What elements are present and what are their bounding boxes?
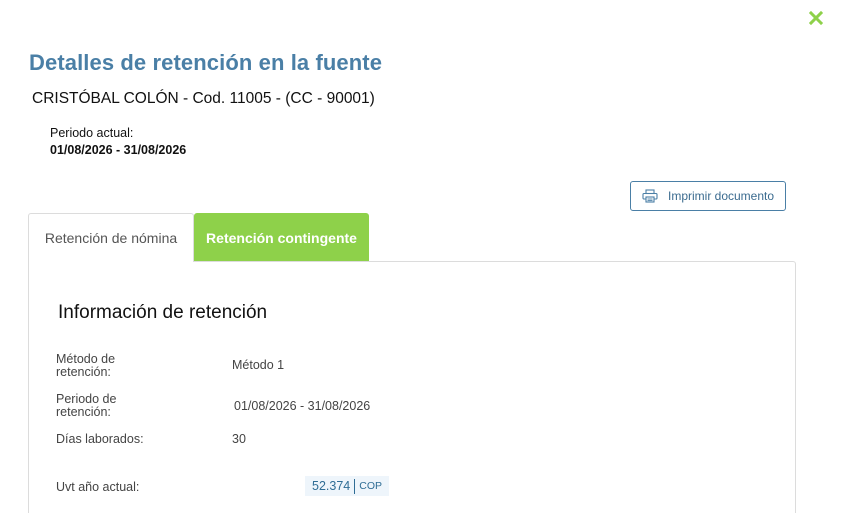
current-period-value: 01/08/2026 - 31/08/2026 [50, 143, 187, 157]
dialog-title: Detalles de retención en la fuente [29, 50, 383, 75]
employee-info: CRISTÓBAL COLÓN - Cod. 11005 - (CC - 900… [32, 90, 375, 107]
tab-retencion-nomina[interactable]: Retención de nómina [28, 213, 194, 262]
uvt-value-badge: 52.374 COP [305, 476, 389, 496]
retention-details-dialog: Detalles de retención en la fuente CRIST… [0, 0, 844, 513]
printer-icon [642, 189, 658, 203]
uvt-value: 52.374 [312, 479, 351, 493]
close-x-icon[interactable] [809, 11, 823, 25]
uvt-currency: COP [359, 480, 382, 492]
retention-period-label: Periodo de retención: [56, 392, 117, 419]
retention-method-value: Método 1 [232, 358, 285, 372]
days-worked-label: Días laborados: [56, 432, 144, 446]
print-document-button[interactable]: Imprimir documento [630, 181, 786, 211]
retention-info-title: Información de retención [58, 302, 268, 323]
retention-period-value: 01/08/2026 - 31/08/2026 [234, 399, 371, 413]
retention-method-label: Método de retención: [56, 352, 116, 379]
tab-retencion-contingente[interactable]: Retención contingente [194, 213, 369, 262]
days-worked-value: 30 [232, 432, 246, 446]
uvt-label: Uvt año actual: [56, 480, 140, 494]
current-period-label: Periodo actual: [50, 126, 134, 140]
print-document-label: Imprimir documento [668, 189, 775, 203]
uvt-separator [354, 478, 356, 494]
close-button[interactable] [806, 8, 826, 28]
retention-info-panel [28, 261, 796, 513]
